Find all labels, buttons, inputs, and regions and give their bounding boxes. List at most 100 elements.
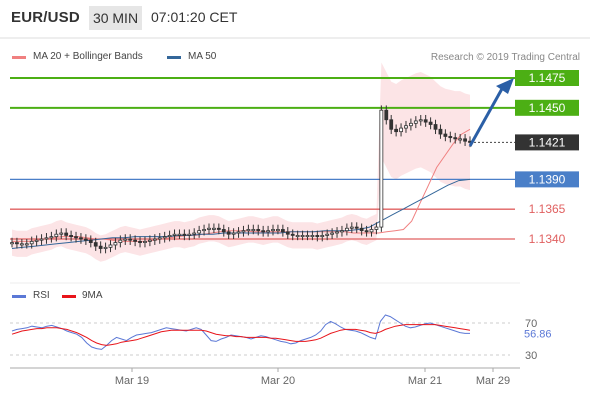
support-label-5: 1.1340 [529, 232, 566, 246]
candle-body [143, 240, 147, 243]
candle-body [54, 233, 59, 238]
rsi-current-value: 56.86 [524, 329, 552, 341]
candle-body [374, 226, 379, 230]
candle-body [15, 242, 19, 245]
candle-body [389, 119, 394, 130]
price-chart: 1.14751.14501.14211.13901.13651.1340 703… [0, 37, 590, 387]
candle-body [177, 233, 182, 236]
x-tick-label-3: Mar 29 [476, 375, 510, 387]
candle-body [246, 229, 251, 232]
candle-body [24, 243, 29, 246]
bollinger-bands [12, 62, 470, 262]
candle-body [423, 119, 428, 123]
rsi-panel: 703056.86 [10, 314, 552, 362]
candle-body [409, 122, 413, 127]
level-labels: 1.1475 1.1450 1.1421 1.1390 1.1365 1.1340 [515, 70, 579, 246]
rsi-tick-1: 30 [525, 350, 537, 362]
candle-body [394, 128, 399, 133]
x-tick-label-0: Mar 19 [115, 375, 149, 387]
candle-body [448, 136, 453, 139]
candle-body [418, 119, 423, 122]
candle-body [266, 230, 270, 233]
candle-body [69, 235, 73, 238]
x-tick-label-2: Mar 21 [408, 375, 442, 387]
candle-body [433, 124, 438, 130]
candle-body [364, 230, 369, 233]
candle-body [443, 133, 448, 137]
candle-body [463, 138, 467, 142]
candle-body [438, 128, 443, 135]
candle-body [325, 233, 330, 236]
candle-body [330, 232, 335, 235]
candle-body [290, 233, 295, 236]
forecast-arrow [468, 78, 514, 147]
candle-body [103, 246, 108, 249]
candle-body [344, 227, 349, 232]
candle-body [310, 235, 315, 238]
candle-body [113, 242, 118, 246]
forecast-arrow-head [496, 78, 514, 94]
candle-body [192, 232, 197, 235]
candle-body [182, 233, 187, 236]
candle-body [300, 235, 305, 238]
resistance-label-0: 1.1475 [529, 71, 566, 85]
candle-body [335, 231, 339, 234]
candle-body [458, 138, 463, 141]
support-label-4: 1.1365 [529, 202, 566, 216]
candle-body [197, 230, 202, 234]
candle-body [236, 231, 241, 234]
candle-body [251, 229, 256, 232]
candle-body [315, 235, 320, 238]
candle-body [354, 226, 359, 229]
candle-body [202, 229, 206, 232]
candle-body [19, 243, 24, 246]
candle-body [39, 238, 44, 241]
candle-body [359, 227, 364, 232]
candle-body [384, 109, 389, 121]
candle-body [320, 235, 325, 238]
candle-body [187, 233, 192, 236]
resistance-label-1: 1.1450 [529, 101, 566, 115]
candle-body [98, 245, 103, 249]
candle-body [212, 227, 216, 230]
rsi-line [11, 314, 470, 350]
candle-body [340, 230, 344, 233]
candle-body [29, 240, 34, 245]
candle-body [207, 227, 211, 230]
candle-body [79, 237, 83, 240]
candle-body [133, 239, 138, 242]
candle-body [152, 238, 157, 241]
candle-body [138, 240, 142, 243]
candle-body [172, 233, 177, 236]
candle-body [280, 229, 285, 233]
candle-body [399, 127, 403, 133]
candle-body [404, 125, 408, 129]
candle-body [221, 229, 226, 233]
candle-body [118, 239, 123, 243]
candle-body [167, 235, 172, 238]
current-price-label: 1.1421 [529, 135, 566, 149]
candle-body [74, 236, 78, 239]
candle-body [231, 232, 236, 235]
candle-body [276, 229, 280, 232]
candle-body [413, 120, 418, 124]
candle-body [369, 229, 374, 233]
candle-body [157, 237, 162, 240]
candle-body [59, 232, 64, 235]
candle-body [305, 235, 310, 238]
candle-body [10, 242, 14, 245]
candle-body [128, 238, 133, 241]
candle-body [379, 109, 384, 228]
candle-body [428, 121, 433, 125]
candle-body [349, 226, 354, 229]
candle-body [64, 232, 69, 236]
candle-body [226, 231, 231, 235]
pivot-label-3: 1.1390 [529, 172, 566, 186]
candle-body [256, 229, 261, 232]
candle-body [147, 239, 152, 242]
candle-body [93, 242, 98, 247]
candle-body [261, 230, 266, 233]
x-axis: Mar 19 Mar 20 Mar 21 Mar 29 [10, 367, 520, 387]
candle-body [216, 227, 221, 230]
candle-body [271, 229, 275, 232]
